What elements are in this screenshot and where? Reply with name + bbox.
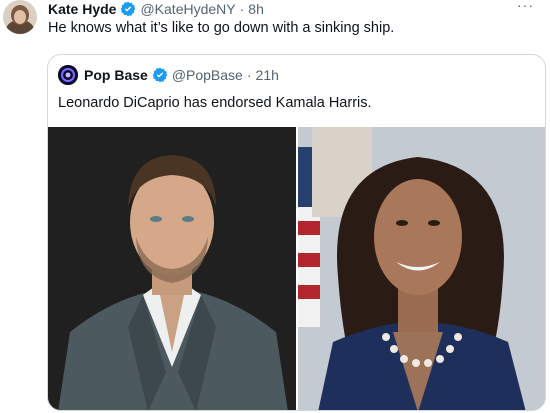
quoted-timestamp[interactable]: 21h xyxy=(256,67,279,83)
separator-dot: · xyxy=(246,67,252,83)
tweet-text: He knows what it’s like to go down with … xyxy=(48,20,395,36)
verified-badge-icon xyxy=(152,67,168,83)
quoted-tweet-header: Pop Base @PopBase · 21h xyxy=(58,65,279,85)
author-handle[interactable]: @KateHydeNY xyxy=(140,1,235,17)
media-grid xyxy=(48,127,545,410)
author-name[interactable]: Kate Hyde xyxy=(48,1,116,17)
quoted-tweet-text: Leonardo DiCaprio has endorsed Kamala Ha… xyxy=(58,95,372,111)
quoted-avatar[interactable] xyxy=(58,65,78,85)
verified-badge-icon xyxy=(120,1,136,17)
quoted-tweet-card[interactable]: Pop Base @PopBase · 21h Leonardo DiCapri… xyxy=(47,54,546,411)
tweet-header: Kate Hyde @KateHydeNY · 8h xyxy=(48,0,264,18)
photo-left[interactable] xyxy=(48,127,296,410)
more-options-icon[interactable]: ··· xyxy=(517,0,534,13)
quoted-author-name[interactable]: Pop Base xyxy=(84,67,148,83)
timestamp[interactable]: 8h xyxy=(248,1,264,17)
photo-right[interactable] xyxy=(297,127,545,410)
separator-dot: · xyxy=(239,1,245,17)
quoted-author-handle[interactable]: @PopBase xyxy=(172,67,243,83)
avatar[interactable] xyxy=(3,0,37,34)
